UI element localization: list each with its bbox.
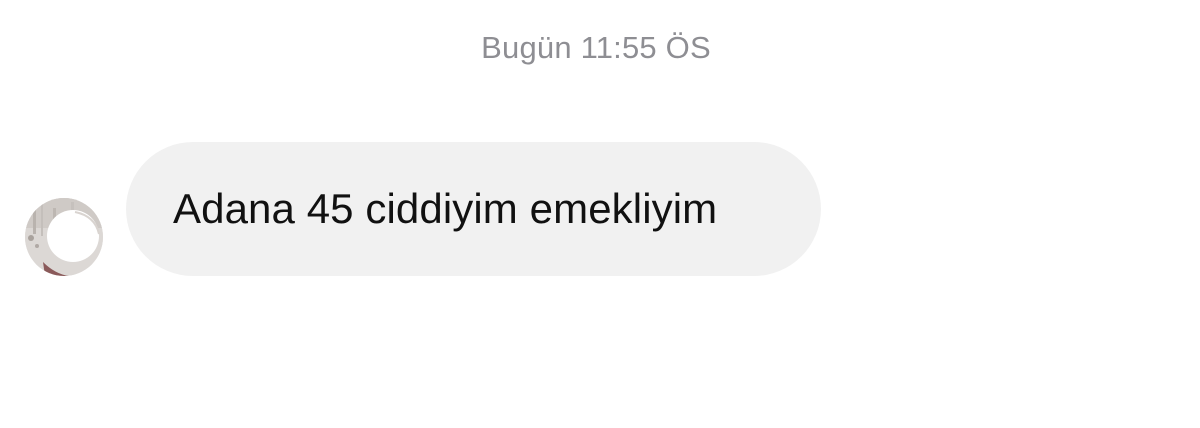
- avatar-photo-icon: [25, 198, 103, 276]
- user-avatar[interactable]: [25, 198, 103, 276]
- message-bubble[interactable]: Adana 45 ciddiyim emekliyim: [126, 142, 821, 276]
- incoming-message-row: Adana 45 ciddiyim emekliyim: [0, 0, 1200, 428]
- message-text: Adana 45 ciddiyim emekliyim: [173, 185, 718, 232]
